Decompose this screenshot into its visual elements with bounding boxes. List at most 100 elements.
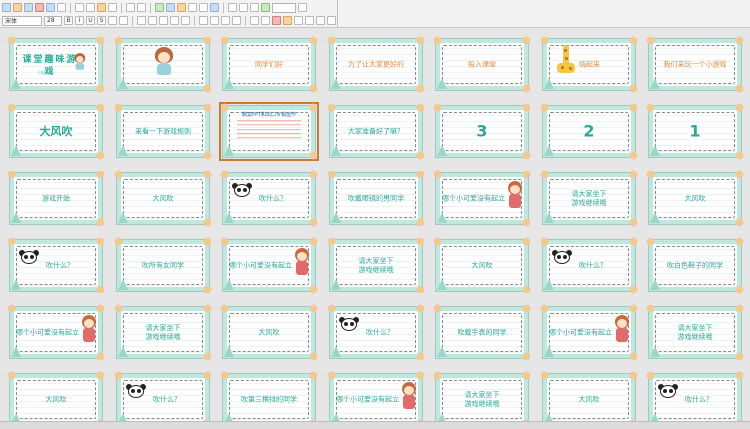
sailboat-icon [650, 145, 660, 156]
slide-thumbnail[interactable]: 请大家坐下 游戏继续哦 [646, 304, 744, 361]
slide-thumbnail[interactable]: 3 [433, 103, 531, 160]
flower-icon [327, 170, 336, 179]
line-spacing-icon[interactable] [305, 16, 314, 25]
slide-thumbnail[interactable]: 大风吹 [220, 304, 318, 361]
slide-thumbnail[interactable]: 吹什么？ [327, 304, 425, 361]
slide-thumbnail[interactable]: 请大家坐下 游戏继续哦 [433, 371, 531, 421]
flower-icon [522, 151, 531, 160]
italic-button[interactable]: I [75, 16, 84, 25]
slide-thumbnail[interactable]: 吹戴手表的同学 [433, 304, 531, 361]
bold-button[interactable]: B [64, 16, 73, 25]
align-left-icon[interactable] [137, 16, 146, 25]
justify-icon[interactable] [170, 16, 179, 25]
text-direction-icon[interactable] [294, 16, 303, 25]
print-preview-icon[interactable] [57, 3, 66, 12]
font-name-select[interactable]: 宋体 [2, 15, 42, 26]
slide-thumbnail[interactable]: 游戏开始 [7, 170, 105, 227]
slide-thumbnail[interactable]: 我们来玩一个小游戏 [646, 36, 744, 93]
slide-thumbnail[interactable]: 吹戴眼镜的男同学 [327, 170, 425, 227]
slide-thumbnail[interactable]: 大风吹 [114, 170, 212, 227]
sailboat-icon [118, 346, 128, 357]
copy-icon[interactable] [86, 3, 95, 12]
superscript-icon[interactable] [108, 16, 117, 25]
slide-thumbnail[interactable] [114, 36, 212, 93]
slide-thumbnail[interactable]: 大风吹 [646, 170, 744, 227]
bullets-icon[interactable] [210, 16, 219, 25]
slide-thumbnail[interactable]: 来看一下游戏规则 [114, 103, 212, 160]
insert-table-icon[interactable] [155, 3, 164, 12]
insert-textbox-icon[interactable] [188, 3, 197, 12]
slide-thumbnail[interactable]: 大风吹 [7, 103, 105, 160]
slide-thumbnail[interactable]: 请大家坐下 游戏继续哦 [327, 237, 425, 294]
font-color-icon[interactable] [272, 16, 281, 25]
slide-thumbnail[interactable]: 嗨起来 [540, 36, 638, 93]
slide-thumbnail[interactable]: 吹所有女同学 [114, 237, 212, 294]
slide-thumbnail[interactable]: 哪个小可爱没有起立 [433, 170, 531, 227]
slide-thumbnail[interactable]: 大风吹 [540, 371, 638, 421]
font-size-select[interactable]: 28 [44, 15, 62, 26]
flower-icon [96, 304, 105, 313]
zoom-select[interactable] [272, 2, 296, 13]
slide-thumbnail[interactable]: 哪个小可爱没有起立 [540, 304, 638, 361]
slide-thumbnail[interactable]: 教案PPT和出口专销运作 ━━━━━━━━━━━━━━━━━━━━━━━━━━━━… [219, 102, 319, 161]
slide-thumbnail[interactable]: 请大家坐下 游戏继续哦 [540, 170, 638, 227]
slide-thumbnail[interactable]: 吹什么？ [540, 237, 638, 294]
panda-illustration [125, 384, 147, 402]
increase-font-icon[interactable] [250, 16, 259, 25]
slide-thumbnail[interactable]: 同学们好 [220, 36, 318, 93]
new-icon[interactable] [2, 3, 11, 12]
distribute-icon[interactable] [181, 16, 190, 25]
align-right-icon[interactable] [159, 16, 168, 25]
new-slide-icon[interactable] [228, 3, 237, 12]
slide-thumbnail[interactable]: 哪个小可爱没有起立 [220, 237, 318, 294]
decrease-font-icon[interactable] [261, 16, 270, 25]
numbering-icon[interactable] [199, 16, 208, 25]
slide-thumbnail[interactable]: 大风吹 [7, 371, 105, 421]
slide-thumbnail[interactable]: 大家准备好了嘛？ [327, 103, 425, 160]
slideshow-icon[interactable] [261, 3, 270, 12]
slide-thumbnail[interactable]: 1 [646, 103, 744, 160]
slide-thumbnail[interactable]: 吹什么？ [646, 371, 744, 421]
slide-thumbnail[interactable]: 吹什么？ [7, 237, 105, 294]
sailboat-icon [544, 212, 554, 223]
decrease-indent-icon[interactable] [221, 16, 230, 25]
slide-thumbnail[interactable]: 2 [540, 103, 638, 160]
undo-icon[interactable] [126, 3, 135, 12]
slide-thumbnail[interactable]: 哪个小可爱没有起立 [7, 304, 105, 361]
redo-icon[interactable] [137, 3, 146, 12]
insert-shape-icon[interactable] [199, 3, 208, 12]
slide-thumbnail[interactable]: 哪个小可爱没有起立 [327, 371, 425, 421]
slide-thumbnail[interactable]: 吹第三横排的同学 [220, 371, 318, 421]
cut-icon[interactable] [75, 3, 84, 12]
save-icon[interactable] [24, 3, 33, 12]
open-icon[interactable] [13, 3, 22, 12]
layout-icon[interactable] [239, 3, 248, 12]
toolbar-row-format: 宋体 28 B I U S [2, 14, 336, 27]
strikethrough-button[interactable]: S [97, 16, 106, 25]
insert-picture-icon[interactable] [166, 3, 175, 12]
insert-chart-icon[interactable] [177, 3, 186, 12]
slide-design-icon[interactable] [250, 3, 259, 12]
toolbar-options-icon[interactable] [327, 16, 336, 25]
print-icon[interactable] [46, 3, 55, 12]
text-effects-icon[interactable] [316, 16, 325, 25]
slide-thumbnail[interactable]: 投入课堂 [433, 36, 531, 93]
underline-button[interactable]: U [86, 16, 95, 25]
subscript-icon[interactable] [119, 16, 128, 25]
slide-thumbnail[interactable]: 请大家坐下 游戏继续哦 [114, 304, 212, 361]
highlight-icon[interactable] [283, 16, 292, 25]
help-icon[interactable] [298, 3, 307, 12]
align-center-icon[interactable] [148, 16, 157, 25]
slide-thumbnail[interactable]: 大风吹 [433, 237, 531, 294]
increase-indent-icon[interactable] [232, 16, 241, 25]
paste-icon[interactable] [97, 3, 106, 12]
hyperlink-icon[interactable] [210, 3, 219, 12]
slide-thumbnail[interactable]: 为了让大家更好的 [327, 36, 425, 93]
slide-thumbnail[interactable]: 吹什么？ [114, 371, 212, 421]
pdf-icon[interactable] [35, 3, 44, 12]
slide-thumbnail[interactable]: 课堂趣味游戏 （大风吹） [7, 36, 105, 93]
slide-thumbnail[interactable]: 吹什么？ [220, 170, 318, 227]
slide-thumbnail[interactable]: 吹白色鞋子的同学 [646, 237, 744, 294]
format-painter-icon[interactable] [108, 3, 117, 12]
sailboat-icon [224, 279, 234, 290]
